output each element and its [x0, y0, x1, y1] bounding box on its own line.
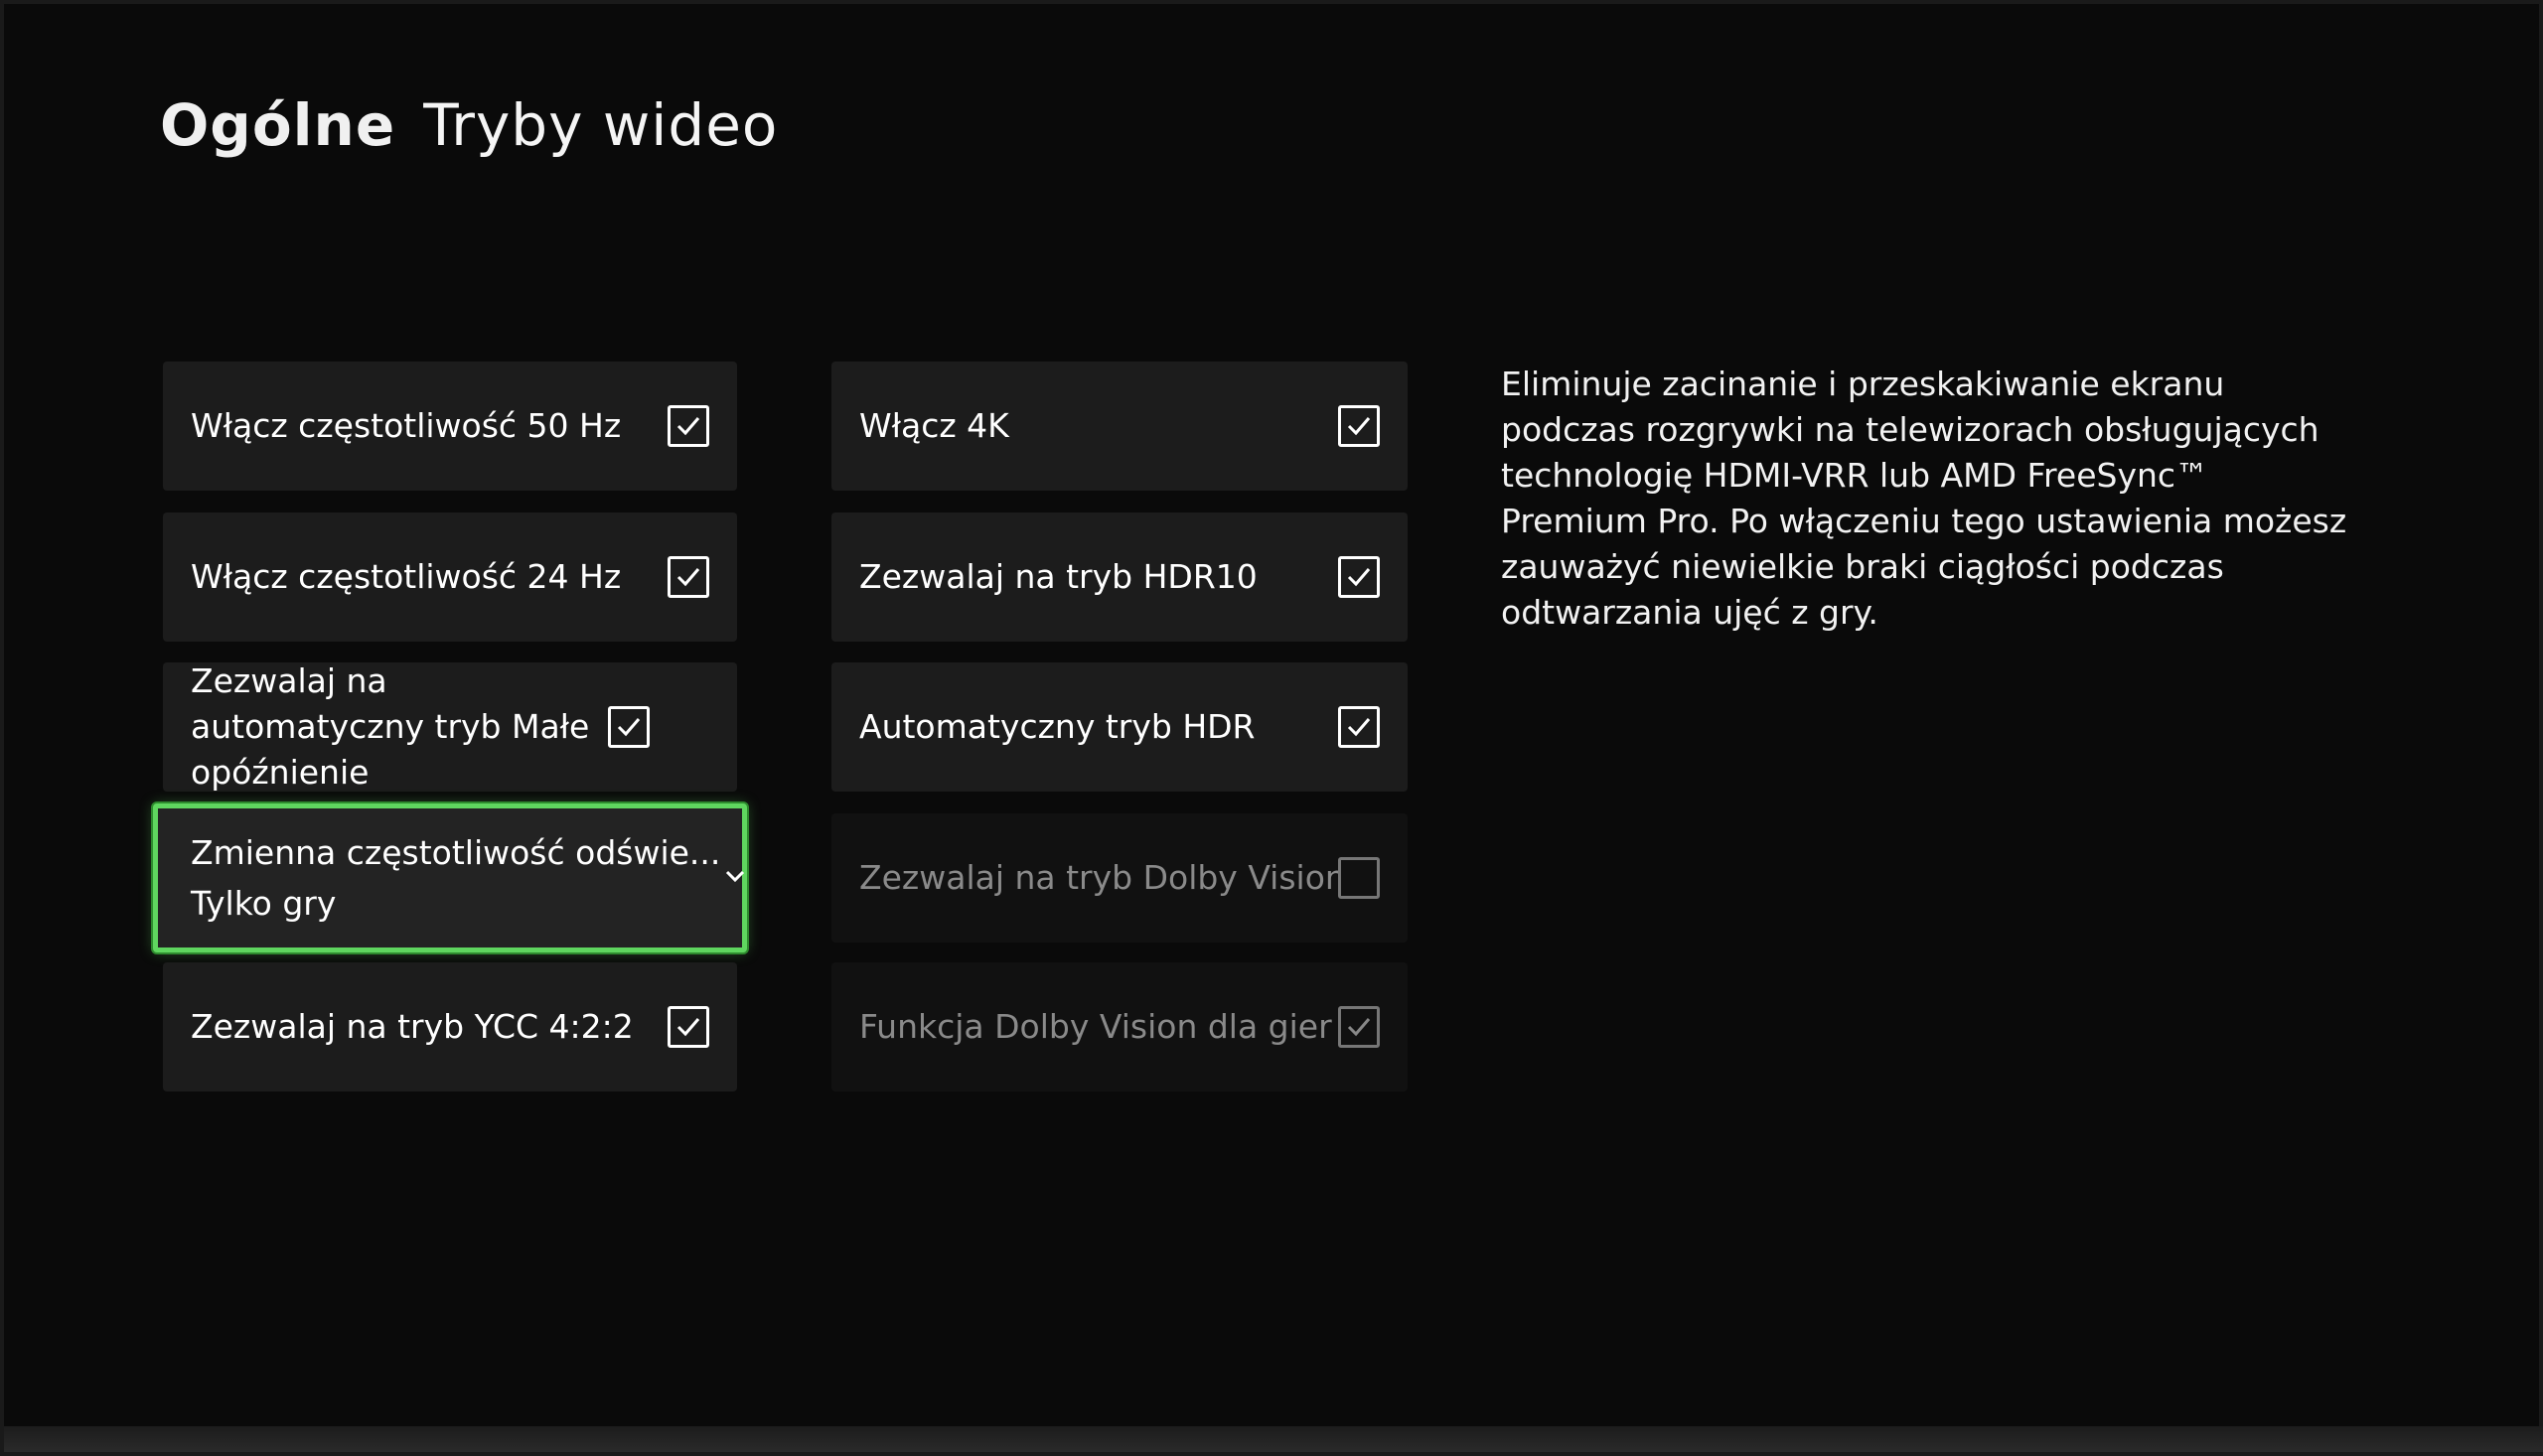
checkmark-icon	[1347, 568, 1371, 587]
toggle-dolby-vision-gaming: Funkcja Dolby Vision dla gier	[831, 962, 1408, 1092]
toggle-4k-label: Włącz 4K	[859, 406, 1009, 445]
checkbox-checked-icon[interactable]	[1338, 556, 1380, 598]
toggle-auto-hdr-label: Automatyczny tryb HDR	[859, 707, 1256, 746]
toggle-auto-low-latency-label: Zezwalaj na automatyczny tryb Małe opóźn…	[191, 661, 590, 792]
toggle-auto-low-latency[interactable]: Zezwalaj na automatyczny tryb Małe opóźn…	[163, 661, 737, 792]
toggle-hdr10[interactable]: Zezwalaj na tryb HDR10	[831, 512, 1408, 642]
toggle-24hz-label: Włącz częstotliwość 24 Hz	[191, 557, 622, 596]
checkmark-icon	[676, 1018, 700, 1037]
checkmark-icon	[617, 718, 641, 737]
toggle-4k[interactable]: Włącz 4K	[831, 362, 1408, 491]
chevron-down-icon[interactable]	[720, 861, 750, 895]
checkbox-checked-icon	[1338, 1006, 1380, 1048]
vrr-dropdown-text: Zmienna częstotliwość odświe... Tylko gr…	[191, 833, 720, 923]
vrr-dropdown-label: Zmienna częstotliwość odświe...	[191, 833, 721, 872]
checkmark-icon	[1347, 417, 1371, 436]
tv-screen: Ogólne Tryby wideo Włącz częstotliwość 5…	[0, 0, 2543, 1456]
section-title: Ogólne	[160, 91, 396, 159]
setting-description: Eliminuje zacinanie i przeskakiwanie ekr…	[1501, 364, 2347, 632]
tv-bezel-bottom	[4, 1426, 2543, 1452]
checkbox-checked-icon[interactable]	[668, 1006, 709, 1048]
page-title: Tryby wideo	[423, 91, 779, 159]
checkbox-checked-icon[interactable]	[1338, 706, 1380, 748]
checkbox-checked-icon[interactable]	[608, 706, 650, 748]
toggle-50hz[interactable]: Włącz częstotliwość 50 Hz	[163, 362, 737, 491]
checkbox-checked-icon[interactable]	[1338, 405, 1380, 447]
checkmark-icon	[1347, 718, 1371, 737]
checkbox-checked-icon[interactable]	[668, 556, 709, 598]
checkmark-icon	[1347, 1018, 1371, 1037]
page-header: Ogólne Tryby wideo	[160, 91, 778, 159]
toggle-dolby-vision: Zezwalaj na tryb Dolby Vision	[831, 813, 1408, 943]
checkbox-checked-icon[interactable]	[668, 405, 709, 447]
checkmark-icon	[676, 568, 700, 587]
toggle-hdr10-label: Zezwalaj na tryb HDR10	[859, 557, 1258, 596]
toggle-ycc-422-label: Zezwalaj na tryb YCC 4:2:2	[191, 1007, 634, 1046]
toggle-auto-hdr[interactable]: Automatyczny tryb HDR	[831, 662, 1408, 792]
toggle-ycc-422[interactable]: Zezwalaj na tryb YCC 4:2:2	[163, 962, 737, 1092]
toggle-24hz[interactable]: Włącz częstotliwość 24 Hz	[163, 512, 737, 642]
vrr-dropdown-value: Tylko gry	[191, 884, 337, 923]
checkmark-icon	[676, 417, 700, 436]
toggle-dolby-vision-gaming-label: Funkcja Dolby Vision dla gier	[859, 1007, 1332, 1046]
toggle-50hz-label: Włącz częstotliwość 50 Hz	[191, 406, 622, 445]
checkbox-unchecked-icon	[1338, 857, 1380, 899]
toggle-dolby-vision-label: Zezwalaj na tryb Dolby Vision	[859, 858, 1338, 897]
vrr-dropdown[interactable]: Zmienna częstotliwość odświe... Tylko gr…	[153, 803, 747, 952]
